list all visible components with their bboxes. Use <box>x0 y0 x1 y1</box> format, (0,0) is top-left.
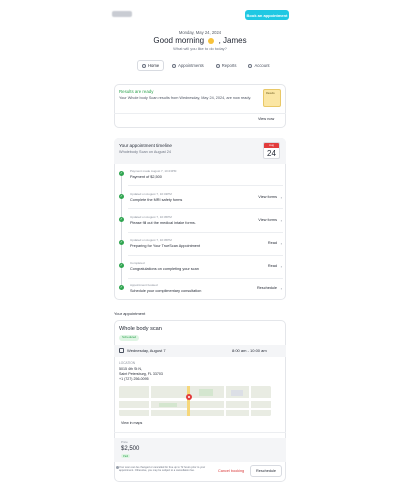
location-map[interactable] <box>119 386 271 416</box>
greeting: Good morning , James <box>100 36 300 46</box>
reports-icon <box>215 63 220 68</box>
check-icon: ✓ <box>119 285 124 290</box>
calendar-icon <box>172 63 177 68</box>
chevron-right-icon: › <box>280 286 282 291</box>
tab-label: Appointments <box>178 63 204 68</box>
price-box <box>114 438 286 462</box>
tab-home[interactable]: Home <box>137 60 165 72</box>
home-icon <box>142 63 146 68</box>
calendar-day: 24 <box>267 149 276 158</box>
chevron-right-icon: › <box>280 195 282 200</box>
appointment-date: Wednesday, August 7 <box>127 348 166 353</box>
check-icon: ✓ <box>119 240 124 245</box>
step-meta: Payment made August 7, 10:23PM <box>130 169 177 173</box>
results-text: Your Whole body Scan results from Wednes… <box>119 96 252 100</box>
current-date: Monday, May 24, 2024 <box>178 30 222 35</box>
view-in-maps-link[interactable]: View in maps <box>121 421 142 425</box>
sun-icon <box>208 37 215 44</box>
greeting-subtitle: What will you like to do today? <box>173 46 227 51</box>
chevron-right-icon: › <box>280 241 282 246</box>
step-text: Complete the MRI safety forms <box>130 198 183 202</box>
account-icon <box>248 63 253 68</box>
step-meta: Completed <box>130 261 145 265</box>
results-title: Results are ready <box>119 89 154 94</box>
brand-logo <box>112 11 132 17</box>
location-label: LOCATION <box>119 361 136 365</box>
view-forms-link[interactable]: View forms <box>258 195 277 200</box>
tab-appointments[interactable]: Appointments <box>168 60 208 71</box>
view-now-link[interactable]: View now <box>258 117 274 122</box>
check-icon: ✓ <box>119 194 124 199</box>
divider <box>128 232 283 233</box>
address: 5015 4th St N, Saint Petersburg, FL 3370… <box>119 367 163 382</box>
step-text: Payment of $2,500 <box>130 175 162 179</box>
step-text: Preparing for Your TrueScan Appointment <box>130 244 201 248</box>
reschedule-link[interactable]: Reschedule <box>257 286 277 291</box>
check-icon: ✓ <box>119 171 124 176</box>
step-meta: Updated on August 7, 10:45PM <box>130 215 172 219</box>
divider <box>128 255 283 256</box>
appointment-when: Wednesday, August 7 8:00 am - 10:00 am <box>114 345 286 357</box>
step-meta: Updated on August 7, 10:45PM <box>130 238 172 242</box>
step-meta: Updated on August 7, 10:43PM <box>130 192 172 196</box>
step-meta: Appointment booked <box>130 283 158 287</box>
calendar-icon <box>119 348 124 353</box>
appointment-time: 8:00 am - 10:00 am <box>232 348 267 353</box>
price-value: $2,500 <box>121 446 140 452</box>
timeline-line <box>121 175 122 290</box>
divider <box>128 208 283 209</box>
appointment-title: Whole body scan <box>119 326 162 332</box>
reschedule-button[interactable]: Reschedule <box>250 465 282 477</box>
tab-label: Account <box>254 63 270 68</box>
cancellation-note: Your scan can be changed or cancelled fo… <box>119 466 206 473</box>
divider <box>128 278 283 279</box>
timeline-subtitle: Wholebody Scan on August 24 <box>119 150 171 154</box>
check-icon: ✓ <box>119 263 124 268</box>
section-label: Your appointment <box>114 311 146 316</box>
greeting-prefix: Good morning <box>153 36 205 45</box>
calendar-icon: Aug 24 <box>263 142 280 159</box>
paid-badge: Paid <box>121 454 131 459</box>
divider <box>128 185 283 186</box>
step-text: Schedule your complimentary consultation <box>130 289 202 293</box>
chevron-right-icon: › <box>280 264 282 269</box>
phone: +1 (727) 256-0095 <box>119 376 149 381</box>
status-badge: Scheduled <box>119 335 140 341</box>
view-forms-link[interactable]: View forms <box>258 218 277 223</box>
book-appointment-button[interactable]: Book an appointment <box>245 10 289 20</box>
folder-label: Results <box>266 92 275 95</box>
step-text: Congratulations on completing your scan <box>130 267 199 271</box>
greeting-name: , James <box>218 36 247 45</box>
address-line2: Saint Petersburg, FL 33703 <box>119 371 163 376</box>
step-text: Please fill out the medical intake forms… <box>130 221 196 225</box>
chevron-right-icon: › <box>280 218 282 223</box>
divider <box>114 432 286 433</box>
timeline-title: Your appointment timeline <box>119 143 172 148</box>
tab-account[interactable]: Account <box>244 60 273 71</box>
divider <box>114 113 286 114</box>
folder-icon: Results <box>263 89 281 107</box>
tab-reports[interactable]: Reports <box>212 60 241 71</box>
read-link[interactable]: Read <box>268 241 277 246</box>
main-nav: Home Appointments Reports Account <box>137 60 274 72</box>
price-label: Price <box>121 440 128 444</box>
tab-label: Reports <box>221 63 237 68</box>
read-link[interactable]: Read <box>268 264 277 269</box>
tab-label: Home <box>148 63 160 68</box>
cancel-booking-button[interactable]: Cancel booking <box>218 469 244 474</box>
check-icon: ✓ <box>119 217 124 222</box>
map-graphic <box>119 386 271 416</box>
